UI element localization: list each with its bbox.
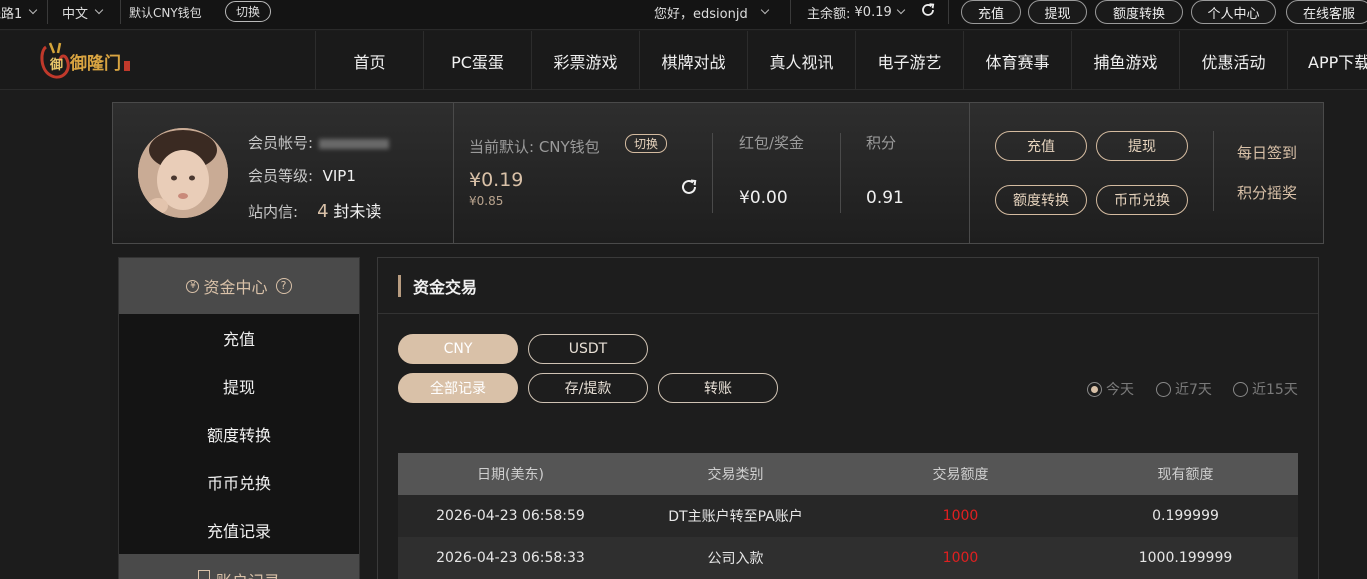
cell-type: 公司入款 [707, 551, 764, 567]
yuan-icon: ¥ [186, 279, 200, 293]
card-withdraw-button[interactable]: 提现 [1096, 131, 1188, 161]
account-records-header[interactable]: 账户记录 [119, 554, 359, 579]
svg-text:御: 御 [49, 57, 63, 73]
main-nav: 御 御隆门 首页 PC蛋蛋 彩票游戏 棋牌对战 真人视讯 电子游艺 体育赛事 捕… [0, 31, 1367, 90]
level-row: 会员等级: VIP1 [248, 167, 356, 185]
nav-pc-egg[interactable]: PC蛋蛋 [423, 31, 531, 90]
transaction-table: 日期(美东) 交易类别 交易额度 现有额度 2026-04-23 06:58:5… [398, 453, 1298, 579]
table-header: 日期(美东) 交易类别 交易额度 现有额度 [398, 453, 1298, 495]
site-logo[interactable]: 御 御隆门 [38, 39, 138, 83]
menu-transfer[interactable]: 额度转换 [119, 410, 359, 458]
cell-date: 2026-04-23 06:58:59 [436, 508, 585, 524]
nav-chess[interactable]: 棋牌对战 [639, 31, 747, 90]
nav-lottery[interactable]: 彩票游戏 [531, 31, 639, 90]
column-balance: 现有额度 [1157, 467, 1214, 483]
line-selector[interactable]: 线路1 [0, 0, 38, 24]
points-value: 0.91 [866, 188, 904, 208]
radio-icon [1233, 381, 1248, 397]
panel-title: 资金交易 [398, 275, 477, 297]
tab-cny[interactable]: CNY [398, 334, 518, 364]
refresh-icon[interactable] [919, 1, 937, 19]
tab-all-records[interactable]: 全部记录 [398, 373, 518, 403]
range-today[interactable]: 今天 [1087, 380, 1134, 398]
menu-deposit-records[interactable]: 充值记录 [119, 506, 359, 554]
top-support-button[interactable]: 在线客服 [1286, 0, 1367, 24]
top-deposit-button[interactable]: 充值 [961, 0, 1021, 24]
masked-account-name [319, 138, 390, 149]
chevron-down-icon [29, 5, 38, 15]
main-balance: 主余额: ¥0.19 [807, 0, 905, 24]
redpacket-label: 红包/奖金 [739, 134, 805, 152]
tab-deposit-withdraw[interactable]: 存/提款 [528, 373, 648, 403]
sub-wallet-balance: ¥0.85 [469, 194, 504, 208]
fund-center-menu: ¥ 资金中心 ? 充值 提现 额度转换 币币兑换 充值记录 账户记录 [118, 257, 360, 579]
help-icon[interactable]: ? [275, 278, 292, 294]
nav-slots[interactable]: 电子游艺 [855, 31, 963, 90]
radio-icon [1156, 381, 1171, 397]
member-summary-card: 会员帐号: 会员等级: VIP1 站内信: 4 封未读 当前默认: CNY钱包 … [112, 102, 1324, 244]
points-lottery-link[interactable]: 积分摇奖 [1237, 182, 1297, 203]
tab-transfer[interactable]: 转账 [658, 373, 778, 403]
refresh-icon[interactable] [678, 176, 700, 198]
chevron-down-icon[interactable] [896, 5, 905, 15]
cell-type: DT主账户转至PA账户 [668, 509, 803, 525]
nav-app-download[interactable]: APP下载 [1287, 31, 1367, 90]
cell-balance: 1000.199999 [1138, 550, 1233, 566]
daily-signin-link[interactable]: 每日签到 [1237, 142, 1297, 163]
table-row: 2026-04-23 06:58:33 公司入款 1000 1000.19999… [398, 537, 1298, 579]
top-utility-bar: 线路1 中文 默认CNY钱包 切换 您好，edsionjd 主余额: ¥0.19… [0, 0, 1367, 30]
svg-text:御隆门: 御隆门 [69, 53, 121, 74]
chevron-down-icon [760, 5, 769, 15]
card-transfer-button[interactable]: 额度转换 [995, 185, 1087, 215]
redpacket-value: ¥0.00 [739, 188, 788, 208]
inbox-row[interactable]: 站内信: 4 封未读 [248, 198, 381, 222]
top-withdraw-button[interactable]: 提现 [1028, 0, 1087, 24]
main-wallet-balance: ¥0.19 [469, 169, 524, 191]
cell-amount: 1000 [942, 508, 979, 524]
cell-balance: 0.199999 [1152, 508, 1219, 524]
avatar-image [138, 128, 228, 218]
range-7-days[interactable]: 近7天 [1156, 380, 1212, 398]
top-transfer-button[interactable]: 额度转换 [1095, 0, 1183, 24]
wallet-label: 当前默认: CNY钱包 [469, 138, 600, 156]
user-greeting[interactable]: 您好，edsionjd [654, 0, 769, 24]
cell-amount: 1000 [942, 550, 979, 566]
records-icon [197, 570, 210, 579]
chevron-down-icon [94, 5, 104, 15]
nav-sports[interactable]: 体育赛事 [963, 31, 1071, 90]
column-date: 日期(美东) [477, 467, 544, 483]
wallet-switch-button[interactable]: 切换 [625, 134, 667, 153]
card-deposit-button[interactable]: 充值 [995, 131, 1087, 161]
cell-date: 2026-04-23 06:58:33 [436, 550, 585, 566]
menu-withdraw[interactable]: 提现 [119, 362, 359, 410]
points-label: 积分 [866, 134, 897, 152]
column-type: 交易类别 [707, 467, 764, 483]
account-row: 会员帐号: [248, 132, 390, 153]
range-15-days[interactable]: 近15天 [1233, 380, 1298, 398]
tab-usdt[interactable]: USDT [528, 334, 648, 364]
avatar[interactable] [138, 128, 228, 218]
nav-fishing[interactable]: 捕鱼游戏 [1071, 31, 1179, 90]
card-exchange-button[interactable]: 币币兑换 [1096, 185, 1188, 215]
nav-live-casino[interactable]: 真人视讯 [747, 31, 855, 90]
radio-selected-icon [1087, 381, 1102, 397]
nav-promotions[interactable]: 优惠活动 [1179, 31, 1287, 90]
default-wallet-label: 默认CNY钱包 [129, 5, 202, 20]
wallet-switch-button[interactable]: 切换 [225, 1, 271, 22]
column-amount: 交易额度 [932, 467, 989, 483]
table-row: 2026-04-23 06:58:59 DT主账户转至PA账户 1000 0.1… [398, 495, 1298, 537]
menu-deposit[interactable]: 充值 [119, 314, 359, 362]
language-selector[interactable]: 中文 [62, 0, 104, 24]
fund-transaction-panel: 资金交易 CNY USDT 全部记录 存/提款 转账 今天 近7天 近15天 日… [377, 257, 1319, 579]
fund-center-header: ¥ 资金中心 ? [119, 258, 359, 314]
menu-exchange[interactable]: 币币兑换 [119, 458, 359, 506]
top-profile-button[interactable]: 个人中心 [1191, 0, 1276, 24]
nav-home[interactable]: 首页 [315, 31, 423, 90]
